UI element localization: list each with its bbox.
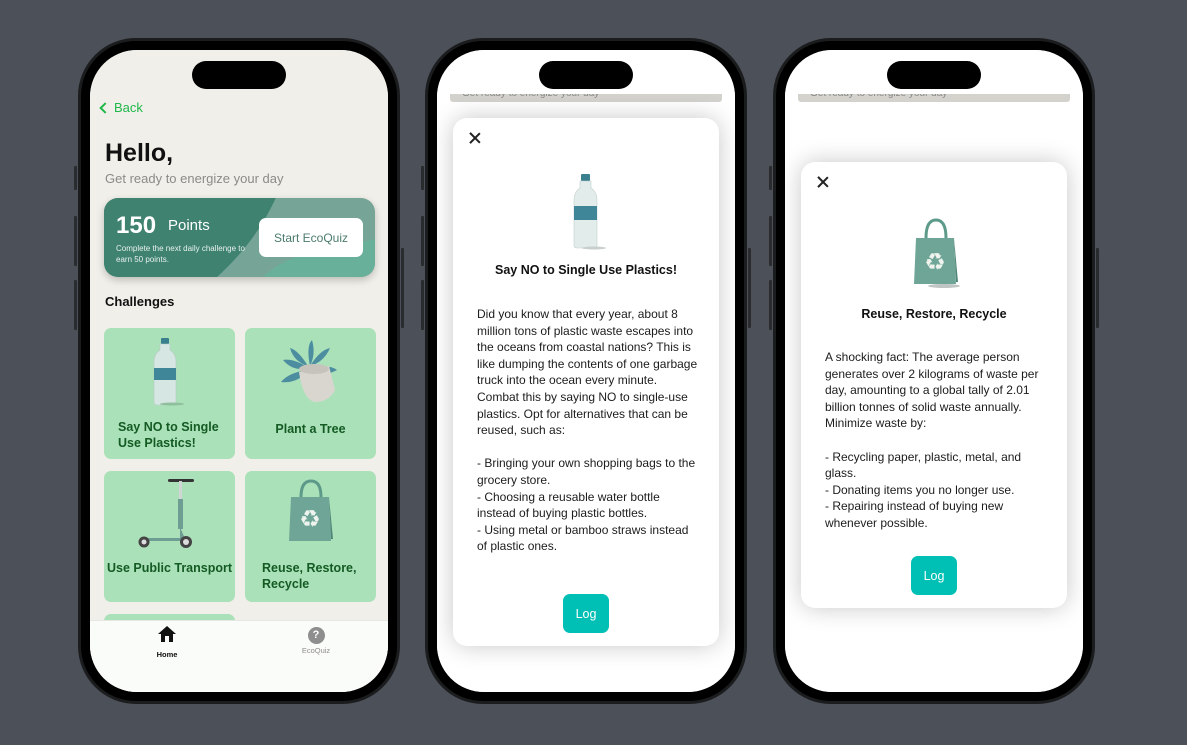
scooter-icon [138, 479, 194, 548]
challenge-label: Use Public Transport [106, 561, 233, 575]
challenge-tile-public-transport[interactable]: Use Public Transport [104, 471, 235, 602]
phone-recycle-modal: Get ready to energize your day ♻ Reuse, … [769, 38, 1099, 704]
modal-body: Did you know that every year, about 8 mi… [477, 307, 698, 554]
potted-plant-icon [281, 340, 337, 402]
volume-up-button [74, 216, 77, 266]
water-bottle-icon [153, 338, 184, 406]
tab-bar: Home ? EcoQuiz [90, 620, 388, 692]
challenge-label: Plant a Tree [275, 422, 346, 436]
power-button [401, 248, 404, 328]
close-icon[interactable] [467, 130, 483, 146]
water-bottle-icon [573, 174, 606, 250]
back-button[interactable]: Back [99, 100, 143, 115]
phone-plastics-modal: Get ready to energize your day Say NO to… [421, 38, 751, 704]
challenge-modal: ♻ Reuse, Restore, Recycle A shocking fac… [801, 162, 1067, 608]
modal-body: A shocking fact: The average person gene… [825, 350, 1039, 530]
volume-down-button [769, 280, 772, 330]
recycle-bag-icon: ♻ [914, 218, 960, 288]
volume-down-button [74, 280, 77, 330]
challenge-tile-plant-tree[interactable]: Plant a Tree [245, 328, 376, 459]
svg-text:♻: ♻ [299, 506, 321, 533]
greeting-subtitle: Get ready to energize your day [105, 171, 284, 186]
action-button [769, 166, 772, 190]
volume-down-button [421, 280, 424, 330]
question-circle-icon: ? [307, 626, 325, 644]
dynamic-island [887, 61, 981, 89]
dynamic-island [539, 61, 633, 89]
action-button [74, 166, 77, 190]
modal-title: Say NO to Single Use Plastics! [494, 263, 677, 277]
start-ecoquiz-button[interactable]: Start EcoQuiz [259, 218, 363, 257]
screen: Get ready to energize your day ♻ Reuse, … [785, 50, 1083, 692]
modal-title: Reuse, Restore, Recycle [861, 307, 1007, 321]
points-card: 150 Points Complete the next daily chall… [104, 198, 375, 277]
power-button [1096, 248, 1099, 328]
challenge-tile-recycle[interactable]: ♻ Reuse, Restore, Recycle [245, 471, 376, 602]
peek-text: Get ready to energize your day [810, 94, 947, 99]
close-icon[interactable] [815, 174, 831, 190]
tab-ecoquiz-label: EcoQuiz [301, 645, 331, 655]
sheet-backdrop: Get ready to energize your day ♻ Reuse, … [785, 50, 1083, 692]
points-unit: Points [168, 217, 210, 234]
house-icon [158, 626, 176, 642]
sheet-backdrop: Get ready to energize your day Say NO to… [437, 50, 735, 692]
challenges-heading: Challenges [105, 294, 175, 309]
home-screen: Back Hello, Get ready to energize your d… [90, 50, 388, 692]
challenge-tile-plastics[interactable]: Say NO to Single Use Plastics! [104, 328, 235, 459]
screen: Get ready to energize your day Say NO to… [437, 50, 735, 692]
tab-ecoquiz[interactable]: ? EcoQuiz [276, 625, 356, 655]
tab-home[interactable]: Home [127, 625, 207, 659]
dynamic-island [192, 61, 286, 89]
action-button [421, 166, 424, 190]
greeting-title: Hello, [105, 139, 174, 167]
log-button[interactable]: Log [563, 594, 609, 633]
phone-bezel: Get ready to energize your day Say NO to… [428, 41, 744, 701]
phone-home: Back Hello, Get ready to energize your d… [74, 38, 404, 704]
screen: Back Hello, Get ready to energize your d… [90, 50, 388, 692]
challenge-label: Reuse, Restore, Recycle [262, 561, 357, 591]
recycle-bag-icon: ♻ [289, 479, 333, 541]
background-page-peek: Get ready to energize your day [798, 94, 1070, 102]
svg-text:♻: ♻ [924, 249, 946, 276]
tab-home-label: Home [156, 650, 178, 659]
phone-bezel: Get ready to energize your day ♻ Reuse, … [776, 41, 1092, 701]
volume-up-button [769, 216, 772, 266]
chevron-left-icon [99, 101, 111, 114]
volume-up-button [421, 216, 424, 266]
challenge-modal: Say NO to Single Use Plastics! Did you k… [453, 118, 719, 646]
background-page-peek: Get ready to energize your day [450, 94, 722, 102]
phone-bezel: Back Hello, Get ready to energize your d… [81, 41, 397, 701]
points-description: Complete the next daily challenge to ear… [116, 244, 245, 264]
peek-text: Get ready to energize your day [462, 94, 599, 99]
points-value: 150 [116, 212, 157, 239]
power-button [748, 248, 751, 328]
challenge-label: Say NO to Single Use Plastics! [118, 420, 219, 450]
back-label: Back [114, 100, 143, 115]
log-button[interactable]: Log [911, 556, 957, 595]
